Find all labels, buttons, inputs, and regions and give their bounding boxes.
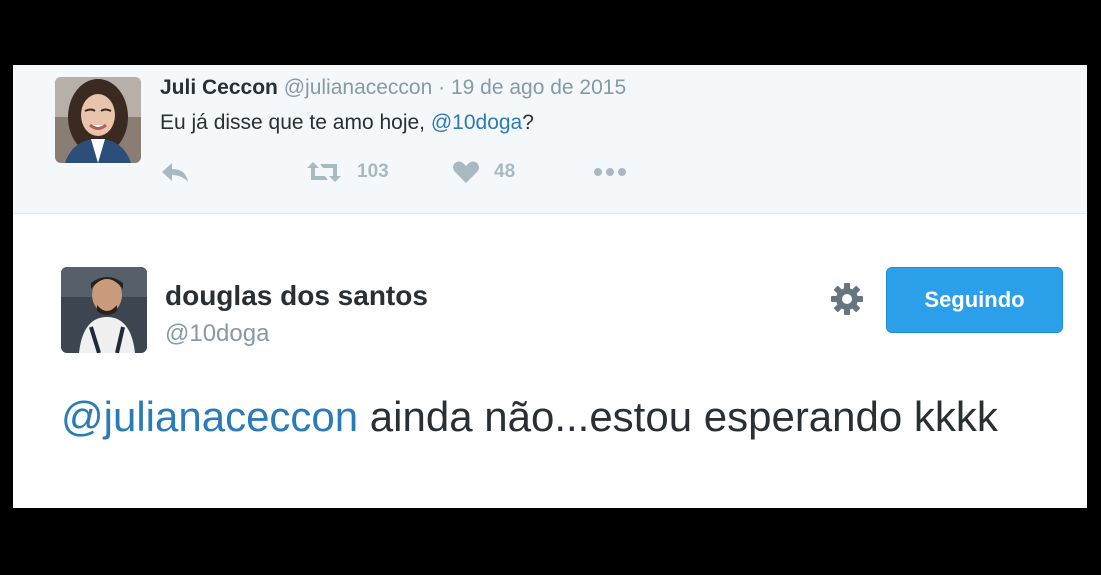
avatar-photo [61, 267, 147, 353]
reply-text: Eu já disse que te amo hoje, @10doga? [160, 111, 534, 135]
tweet-actions: 103 48 [160, 160, 660, 190]
mention-link[interactable]: @10doga [431, 111, 522, 134]
retweet-button[interactable]: 103 [305, 160, 389, 184]
tweet-frame: Juli Ceccon @julianaceccon · 19 de ago d… [13, 65, 1087, 508]
more-button[interactable] [592, 160, 628, 184]
mention-link[interactable]: @julianaceccon [61, 393, 358, 440]
retweet-icon [305, 160, 343, 184]
separator: · [438, 76, 446, 99]
tweet-text: @julianaceccon ainda não...estou esperan… [61, 390, 1061, 444]
heart-icon [452, 160, 480, 184]
gear-icon[interactable] [830, 282, 864, 316]
avatar-photo [55, 77, 141, 163]
tweet-text-body: ainda não...estou esperando kkkk [358, 393, 998, 440]
reply-text-before: Eu já disse que te amo hoje, [160, 111, 431, 134]
reply-text-after: ? [522, 111, 534, 134]
like-count: 48 [494, 161, 516, 182]
reply-icon [160, 160, 192, 184]
author-name[interactable]: douglas dos santos [165, 280, 428, 312]
retweet-count: 103 [357, 161, 389, 182]
more-icon [592, 160, 628, 184]
main-tweet: douglas dos santos @10doga Seguindo @jul… [13, 214, 1087, 508]
author-name[interactable]: Juli Ceccon [160, 76, 278, 99]
reply-button[interactable] [160, 160, 192, 184]
reply-tweet[interactable]: Juli Ceccon @julianaceccon · 19 de ago d… [13, 65, 1087, 214]
following-button[interactable]: Seguindo [886, 267, 1063, 333]
like-button[interactable]: 48 [452, 160, 515, 184]
reply-header: Juli Ceccon @julianaceccon · 19 de ago d… [160, 76, 626, 100]
timestamp[interactable]: 19 de ago de 2015 [451, 76, 626, 99]
avatar[interactable] [61, 267, 147, 353]
author-handle[interactable]: @julianaceccon [284, 76, 433, 99]
avatar[interactable] [55, 77, 141, 163]
author-handle[interactable]: @10doga [165, 320, 269, 348]
